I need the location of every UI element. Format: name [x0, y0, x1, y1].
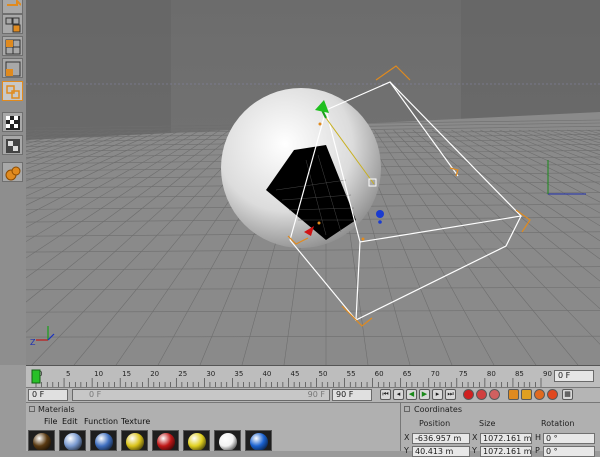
- next-key-button[interactable]: ▸: [432, 389, 443, 400]
- timeline-tick-label: 65: [403, 370, 412, 378]
- material-swatch-blue[interactable]: [245, 430, 272, 451]
- keyframe-sel-button[interactable]: [521, 389, 532, 400]
- transport-bar: 0 F 0 F 90 F 90 F ⏮ ◂ ◀ ▶ ▸ ⏭ ▦: [26, 387, 600, 402]
- size-y-field[interactable]: 1072.161 m: [480, 446, 532, 457]
- edge-tool-icon[interactable]: [2, 58, 23, 78]
- size-x-field[interactable]: 1072.161 m: [480, 433, 532, 444]
- record-rot-button[interactable]: [489, 389, 500, 400]
- menu-file[interactable]: File: [44, 417, 57, 426]
- rotation-p-field[interactable]: 0 °: [543, 446, 595, 457]
- left-toolbar: [0, 0, 27, 365]
- panel-grip-icon[interactable]: [404, 406, 410, 412]
- 3d-viewport[interactable]: Z: [26, 0, 600, 365]
- menu-edit[interactable]: Edit: [62, 417, 78, 426]
- play-button[interactable]: ▶: [419, 389, 430, 400]
- material-swatch-white[interactable]: [214, 430, 241, 451]
- materials-title: Materials: [38, 405, 75, 414]
- timeline-tick-label: 85: [515, 370, 524, 378]
- material-ball-icon: [157, 433, 175, 450]
- material-ball-icon: [126, 433, 144, 450]
- rotation-h-field[interactable]: 0 °: [543, 433, 595, 444]
- end-frame-field[interactable]: 90 F: [332, 389, 372, 401]
- timeline-settings-button[interactable]: ▦: [562, 389, 573, 400]
- position-x-field[interactable]: -636.957 m: [412, 433, 470, 444]
- material-ball-icon: [64, 433, 82, 450]
- timeline-tick-label: 10: [94, 370, 103, 378]
- rotation-p-label: P: [535, 446, 540, 455]
- position-y-field[interactable]: 40.413 m: [412, 446, 470, 457]
- record-pos-button[interactable]: [476, 389, 487, 400]
- timeline-tick-label: 35: [234, 370, 243, 378]
- material-tool-icon[interactable]: [2, 162, 23, 182]
- range-slider[interactable]: 0 F 90 F: [72, 389, 330, 401]
- play-back-button[interactable]: ◀: [406, 389, 417, 400]
- go-to-end-button[interactable]: ⏭: [445, 389, 456, 400]
- material-ball-icon: [33, 433, 51, 450]
- coordinates-panel: Coordinates Position Size Rotation X -63…: [400, 402, 600, 457]
- timeline-tick-label: 20: [150, 370, 159, 378]
- size-y-label: Y: [472, 446, 477, 455]
- timeline-tick-label: 45: [291, 370, 300, 378]
- current-frame-field[interactable]: 0 F: [554, 370, 594, 382]
- timeline-tick-label: 90: [543, 370, 552, 378]
- record-button[interactable]: [463, 389, 474, 400]
- auto-key-button[interactable]: [534, 389, 545, 400]
- material-ball-icon: [95, 433, 113, 450]
- prev-key-button[interactable]: ◂: [393, 389, 404, 400]
- size-header: Size: [479, 419, 496, 428]
- start-frame-field[interactable]: 0 F: [28, 389, 68, 401]
- polygon-tool-icon[interactable]: [2, 36, 23, 56]
- material-swatch-red[interactable]: [152, 430, 179, 451]
- size-x-label: X: [472, 433, 478, 442]
- material-ball-icon: [219, 433, 237, 450]
- material-ball-icon: [250, 433, 268, 450]
- move-tool-icon[interactable]: [2, 0, 23, 14]
- material-swatch-gold[interactable]: [121, 430, 148, 451]
- axis-label-z: Z: [30, 338, 36, 347]
- x-label: X: [404, 433, 410, 442]
- material-swatch-yellow[interactable]: [183, 430, 210, 451]
- rotation-header: Rotation: [541, 419, 575, 428]
- go-to-start-button[interactable]: ⏮: [380, 389, 391, 400]
- material-swatch-dark-brown[interactable]: [28, 430, 55, 451]
- timeline-tick-label: 30: [206, 370, 215, 378]
- timeline-tick-label: 60: [375, 370, 384, 378]
- material-swatch-blue-chrome[interactable]: [90, 430, 117, 451]
- coordinates-title: Coordinates: [414, 405, 463, 414]
- timeline-tick-label: 70: [431, 370, 440, 378]
- position-header: Position: [419, 419, 451, 428]
- material-swatch-blue-sky[interactable]: [59, 430, 86, 451]
- timeline-tick-label: 55: [347, 370, 356, 378]
- timeline-tick-label: 25: [178, 370, 187, 378]
- materials-panel: Materials File Edit Function Texture: [26, 402, 400, 451]
- playhead-marker[interactable]: [31, 369, 41, 384]
- axis-tool-icon[interactable]: [2, 135, 23, 155]
- rotation-h-label: H: [535, 433, 542, 442]
- keyframe-button[interactable]: [508, 389, 519, 400]
- texture-tool-icon[interactable]: [2, 112, 23, 132]
- menu-texture[interactable]: Texture: [121, 417, 150, 426]
- timeline-tick-label: 5: [66, 370, 70, 378]
- timeline-tick-label: 15: [122, 370, 131, 378]
- scale-tool-icon[interactable]: [2, 14, 23, 34]
- light-object[interactable]: [376, 210, 384, 218]
- timeline-tick-label: 80: [487, 370, 496, 378]
- timeline-tick-label: 40: [262, 370, 271, 378]
- y-label: Y: [404, 446, 409, 455]
- panel-grip-icon[interactable]: [29, 406, 35, 412]
- menu-function[interactable]: Function: [84, 417, 118, 426]
- timeline-ruler[interactable]: 051015202530354045505560657075808590 0 F: [26, 365, 600, 387]
- motion-button[interactable]: [547, 389, 558, 400]
- timeline-tick-label: 75: [459, 370, 468, 378]
- material-ball-icon: [188, 433, 206, 450]
- timeline-tick-label: 50: [319, 370, 328, 378]
- object-tool-icon[interactable]: [2, 81, 23, 101]
